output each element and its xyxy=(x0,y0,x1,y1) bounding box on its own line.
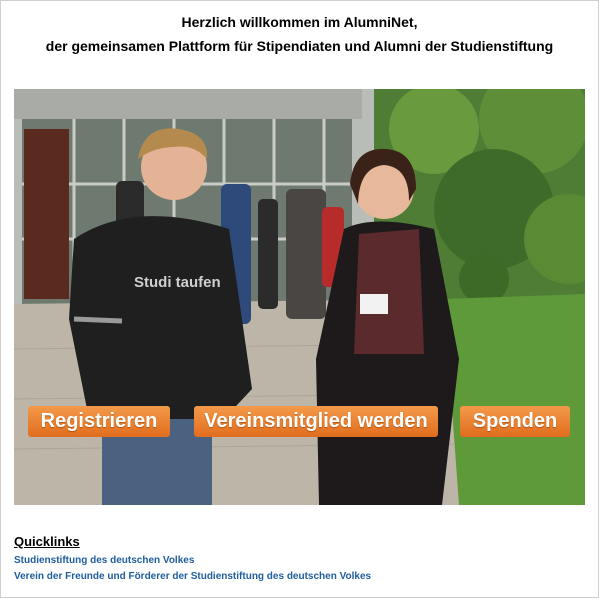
welcome-heading: Herzlich willkommen im AlumniNet, der ge… xyxy=(0,10,599,58)
hero-photo-illustration: Studi taufen xyxy=(14,89,585,505)
welcome-line-2: der gemeinsamen Plattform für Stipendiat… xyxy=(45,38,554,54)
welcome-line-1: Herzlich willkommen im AlumniNet, xyxy=(181,14,418,30)
quicklink-studienstiftung[interactable]: Studienstiftung des deutschen Volkes xyxy=(14,555,194,566)
become-member-button[interactable]: Vereinsmitglied werden xyxy=(194,406,438,437)
quicklinks-heading: Quicklinks xyxy=(14,534,80,549)
register-button[interactable]: Registrieren xyxy=(28,406,170,437)
quicklink-verein-der-freunde[interactable]: Verein der Freunde und Förderer der Stud… xyxy=(14,571,371,582)
shirt-print: Studi taufen xyxy=(134,274,221,291)
donate-button[interactable]: Spenden xyxy=(460,406,570,437)
hero-photo: Studi taufen xyxy=(14,89,585,505)
